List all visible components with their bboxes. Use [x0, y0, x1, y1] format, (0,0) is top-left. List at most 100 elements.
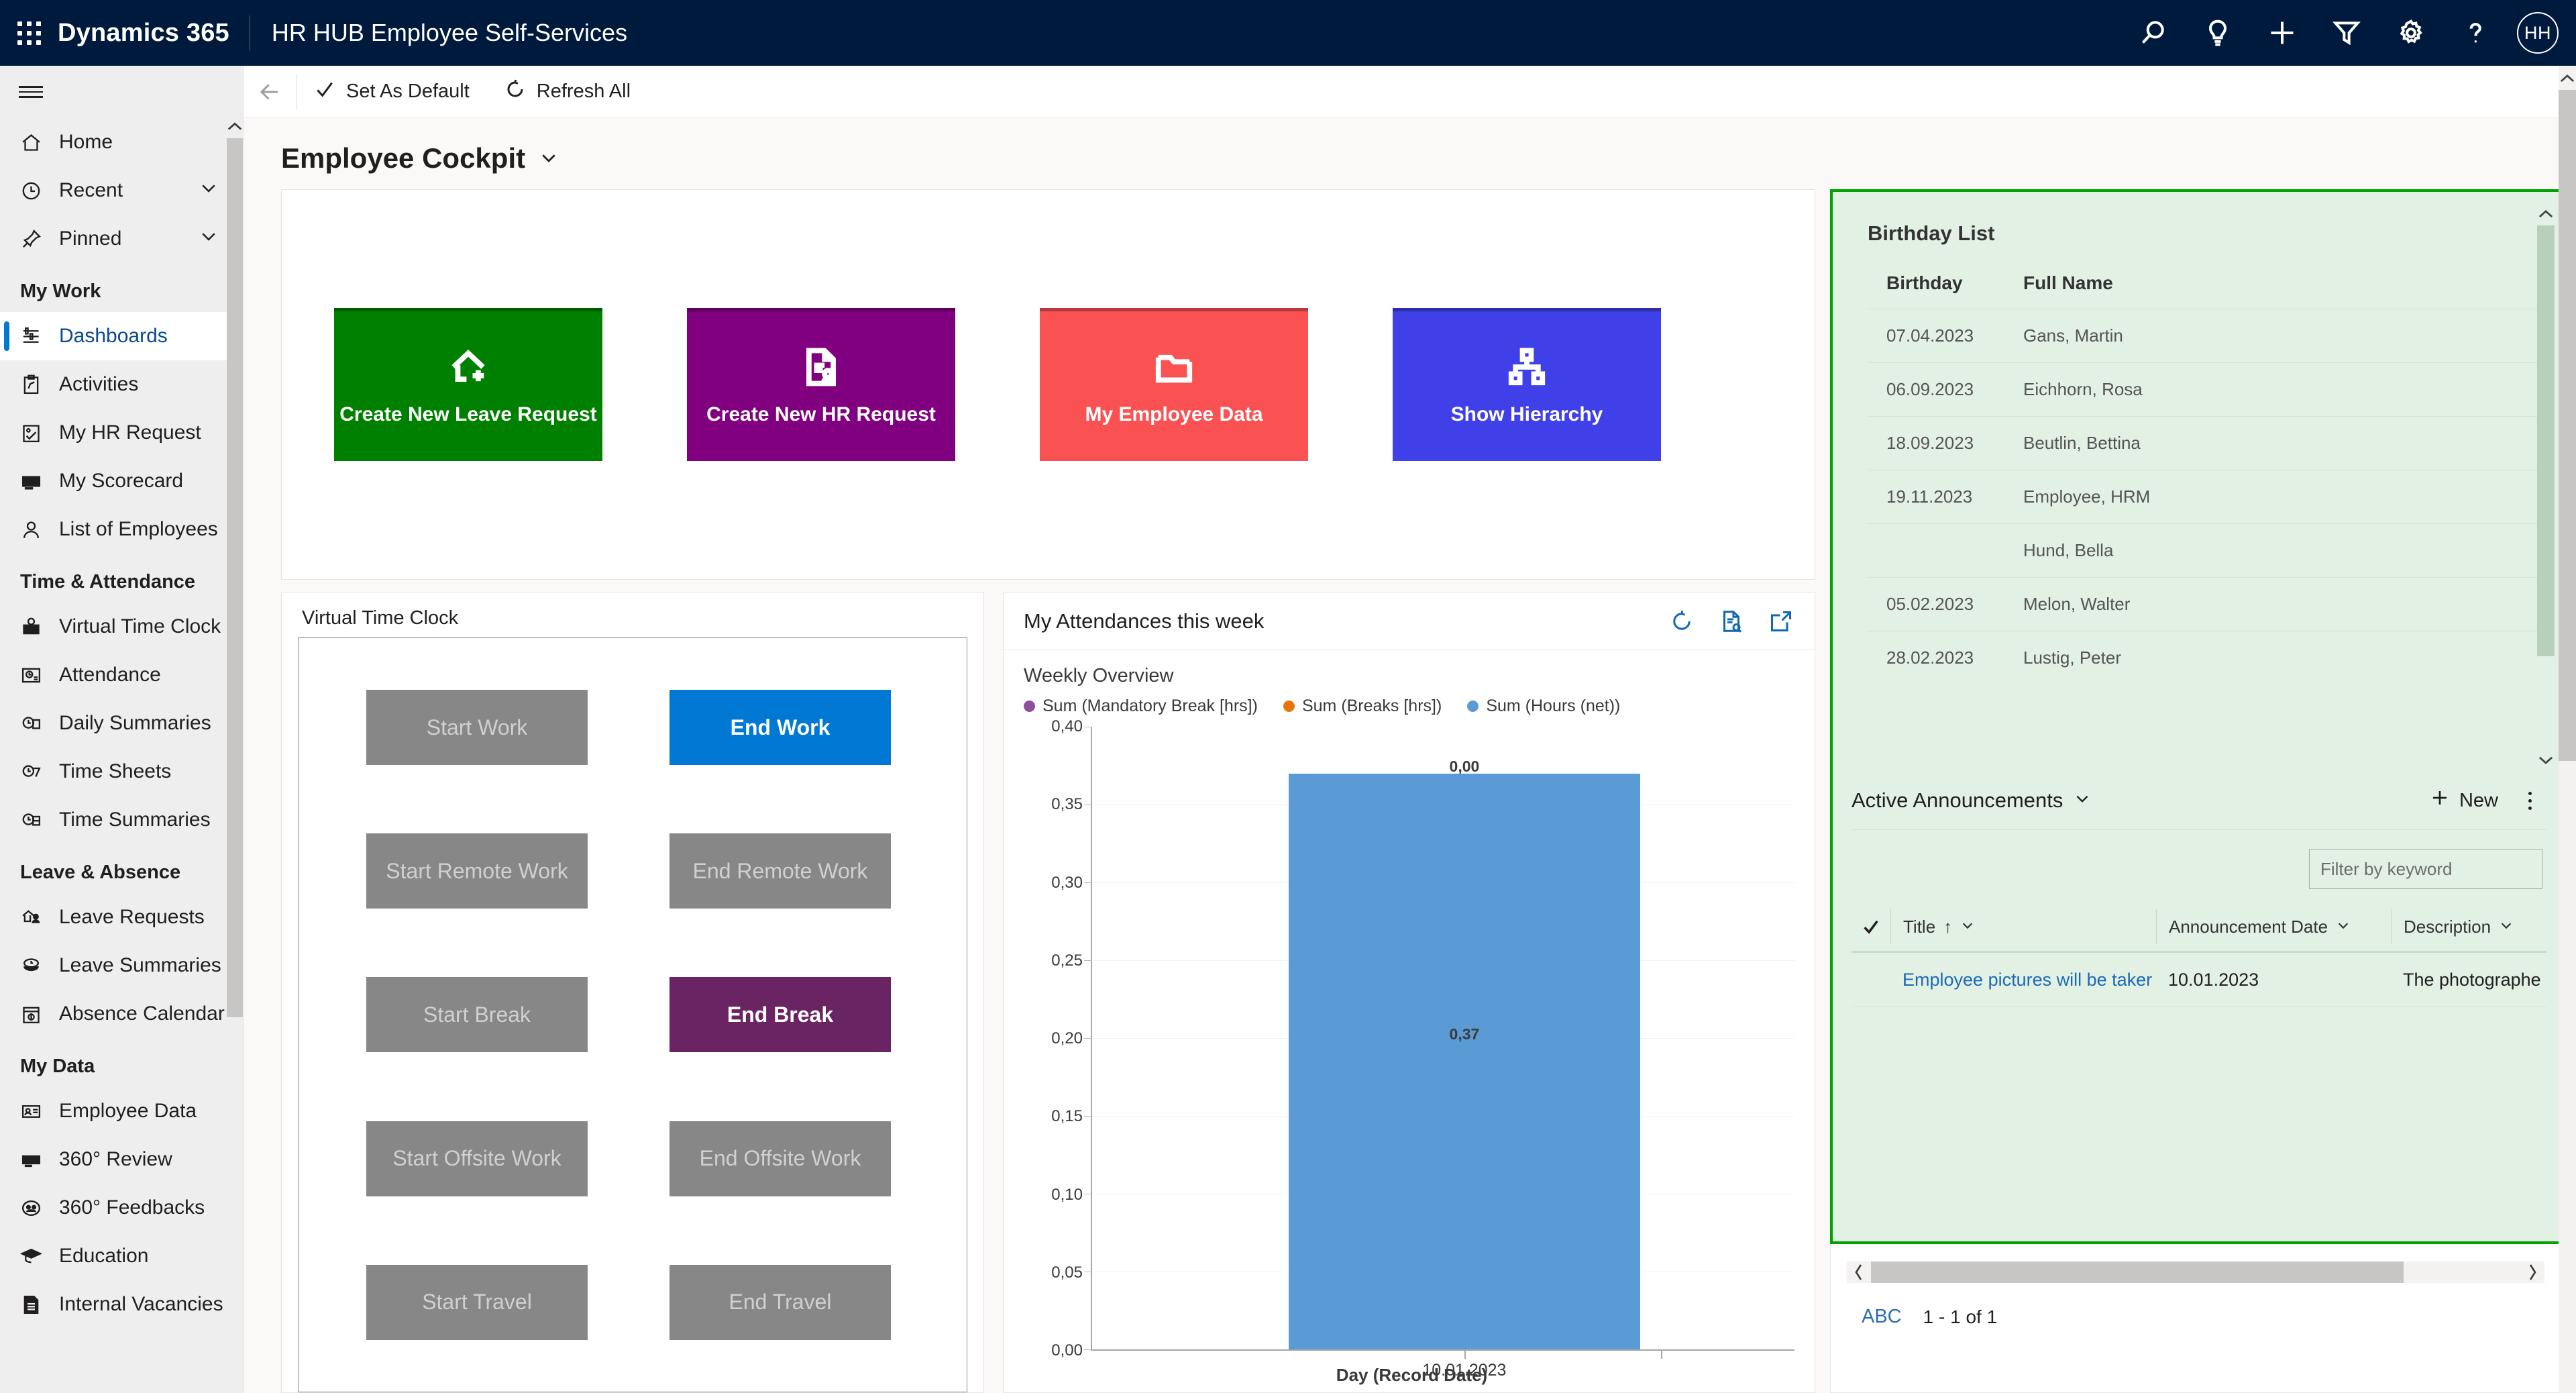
sidebar-item-daily-summaries[interactable]: Daily Summaries	[0, 699, 243, 747]
gear-icon[interactable]	[2379, 1, 2443, 65]
sidebar-item-absence-calendar[interactable]: Absence Calendar	[0, 990, 243, 1038]
end-travel-button[interactable]: End Travel	[669, 1264, 891, 1340]
lightbulb-icon[interactable]	[2186, 1, 2250, 65]
column-header-full-name[interactable]: Full Name	[2008, 272, 2537, 309]
more-options-icon[interactable]	[2513, 781, 2546, 820]
legend-item[interactable]: Sum (Breaks [hrs])	[1283, 696, 1442, 716]
select-all-checkbox[interactable]	[1851, 917, 1890, 936]
chart-bar[interactable]	[1289, 773, 1640, 1349]
sidebar-item-attendance[interactable]: Attendance	[0, 651, 243, 699]
end-work-button[interactable]: End Work	[669, 690, 891, 766]
tile-show-hierarchy[interactable]: Show Hierarchy	[1393, 308, 1661, 461]
page-title[interactable]: Employee Cockpit	[281, 142, 2576, 174]
table-row[interactable]: 06.09.2023 Eichhorn, Rosa	[1868, 362, 2537, 417]
sidebar-item-home[interactable]: Home	[0, 118, 243, 166]
scroll-up-icon[interactable]	[227, 114, 243, 138]
column-header-announcement-date[interactable]: Announcement Date	[2156, 909, 2391, 944]
chevron-down-icon[interactable]	[1960, 917, 1975, 937]
app-name[interactable]: HR HUB Employee Self-Services	[250, 19, 627, 47]
table-row[interactable]: 05.02.2023 Melon, Walter	[1868, 577, 2537, 631]
sidebar-item-time-summaries[interactable]: Time Summaries	[0, 796, 243, 844]
sidebar-item-pinned[interactable]: Pinned	[0, 215, 243, 263]
sidebar-item-recent[interactable]: Recent	[0, 166, 243, 215]
table-row[interactable]: 28.02.2023 Lustig, Peter	[1868, 631, 2537, 684]
page-scrollbar[interactable]	[2559, 66, 2576, 1393]
sidebar-item-list-of-employees[interactable]: List of Employees	[0, 505, 243, 554]
sidebar-item-360-review[interactable]: 360° Review	[0, 1135, 243, 1184]
announcements-view-selector[interactable]: Active Announcements	[1851, 788, 2091, 813]
back-arrow-icon[interactable]	[244, 66, 296, 118]
sidebar-item-leave-requests[interactable]: Leave Requests	[0, 893, 243, 941]
chevron-down-icon[interactable]	[199, 226, 219, 252]
scroll-right-icon[interactable]	[2520, 1261, 2544, 1283]
scrollbar-thumb[interactable]	[227, 138, 243, 1017]
search-icon[interactable]	[2121, 1, 2186, 65]
legend-item[interactable]: Sum (Mandatory Break [hrs])	[1024, 696, 1258, 716]
sidebar-item-virtual-time-clock[interactable]: Virtual Time Clock	[0, 603, 243, 651]
new-announcement-button[interactable]: New	[2419, 788, 2509, 813]
chevron-down-icon[interactable]	[2074, 788, 2091, 813]
hamburger-menu-icon[interactable]	[0, 66, 243, 118]
sidebar-item-leave-summaries[interactable]: Leave Summaries	[0, 941, 243, 990]
scroll-up-icon[interactable]	[2537, 201, 2555, 225]
birthday-list-scrollbar[interactable]	[2537, 201, 2555, 772]
column-header-description[interactable]: Description	[2391, 909, 2546, 944]
start-work-button[interactable]: Start Work	[366, 690, 588, 766]
start-break-button[interactable]: Start Break	[366, 977, 588, 1053]
expand-icon[interactable]	[1768, 608, 1794, 635]
alphabet-filter-button[interactable]: ABC	[1862, 1306, 1902, 1328]
sidebar-item-360-feedbacks[interactable]: 360° Feedbacks	[0, 1184, 243, 1232]
sidebar-scrollbar[interactable]	[227, 114, 243, 1393]
filter-by-keyword-input[interactable]: Filter by keyword	[2309, 849, 2542, 889]
cell-title[interactable]: Employee pictures will be taker	[1890, 970, 2156, 990]
start-offsite-work-button[interactable]: Start Offsite Work	[366, 1121, 588, 1196]
end-offsite-work-button[interactable]: End Offsite Work	[669, 1121, 891, 1196]
start-remote-work-button[interactable]: Start Remote Work	[366, 833, 588, 909]
chevron-down-icon[interactable]	[2499, 917, 2514, 937]
scrollbar-track[interactable]	[1871, 1261, 2520, 1283]
column-header-birthday[interactable]: Birthday	[1868, 272, 2008, 309]
chevron-down-icon[interactable]	[2336, 917, 2351, 937]
sidebar-item-education[interactable]: Education	[0, 1232, 243, 1280]
scrollbar-thumb[interactable]	[2537, 225, 2555, 656]
tile-create-new-hr-request[interactable]: Create New HR Request	[687, 308, 955, 461]
sidebar-item-activities[interactable]: Activities	[0, 360, 243, 409]
table-row[interactable]: Hund, Bella	[1868, 523, 2537, 578]
tile-my-employee-data[interactable]: My Employee Data	[1040, 308, 1308, 461]
plus-icon[interactable]	[2250, 1, 2314, 65]
avatar[interactable]: HH	[2517, 12, 2559, 54]
scrollbar-thumb[interactable]	[1871, 1261, 2404, 1283]
scrollbar-thumb[interactable]	[2559, 90, 2576, 761]
refresh-all-button[interactable]: Refresh All	[487, 66, 648, 118]
chevron-down-icon[interactable]	[199, 178, 219, 203]
sidebar-item-my-scorecard[interactable]: My Scorecard	[0, 457, 243, 505]
scroll-up-icon[interactable]	[2559, 66, 2576, 90]
start-travel-button[interactable]: Start Travel	[366, 1264, 588, 1340]
table-row[interactable]: 19.11.2023 Employee, HRM	[1868, 470, 2537, 524]
horizontal-scrollbar[interactable]	[1847, 1261, 2544, 1283]
app-launcher-icon[interactable]	[0, 21, 58, 45]
scroll-down-icon[interactable]	[2537, 747, 2555, 772]
chevron-down-icon[interactable]	[539, 142, 559, 174]
table-row[interactable]: 18.09.2023 Beutlin, Bettina	[1868, 416, 2537, 470]
help-icon[interactable]	[2443, 1, 2508, 65]
end-remote-work-button[interactable]: End Remote Work	[669, 833, 891, 909]
brand-title[interactable]: Dynamics 365	[58, 19, 250, 48]
filter-icon[interactable]	[2314, 1, 2379, 65]
scroll-left-icon[interactable]	[1847, 1261, 1871, 1283]
tile-create-new-leave-request[interactable]: Create New Leave Request	[334, 308, 602, 461]
column-header-title[interactable]: Title ↑	[1890, 909, 2156, 944]
view-records-icon[interactable]	[1718, 608, 1745, 635]
sidebar-item-employee-data[interactable]: Employee Data	[0, 1087, 243, 1135]
y-tick-label: 0,20	[1051, 1029, 1083, 1047]
legend-item[interactable]: Sum (Hours (net))	[1467, 696, 1620, 716]
sidebar-item-dashboards[interactable]: Dashboards	[0, 312, 243, 360]
set-as-default-button[interactable]: Set As Default	[297, 66, 487, 118]
end-break-button[interactable]: End Break	[669, 977, 891, 1053]
refresh-icon[interactable]	[1668, 608, 1695, 635]
sidebar-item-my-hr-request[interactable]: My HR Request	[0, 409, 243, 457]
sidebar-item-time-sheets[interactable]: Time Sheets	[0, 747, 243, 796]
sidebar-item-internal-vacancies[interactable]: Internal Vacancies	[0, 1280, 243, 1329]
table-row[interactable]: 07.04.2023 Gans, Martin	[1868, 309, 2537, 363]
table-row[interactable]: Employee pictures will be taker 10.01.20…	[1851, 953, 2546, 1007]
